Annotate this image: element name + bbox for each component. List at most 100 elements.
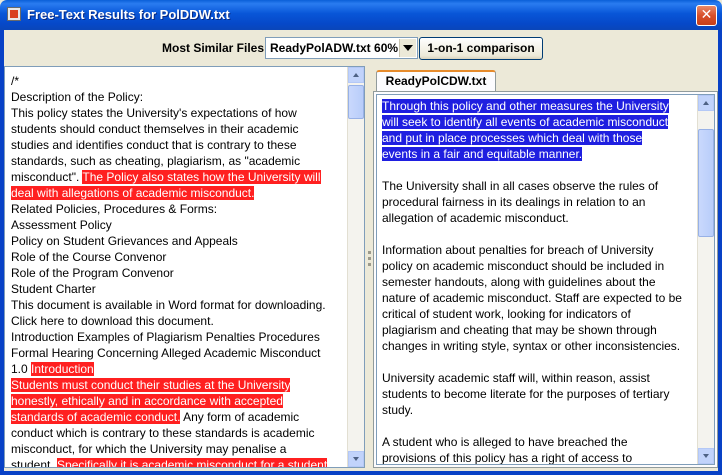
highlighted-match-text: and put in place processes which deal wi… — [382, 131, 643, 145]
text-line: and put in place processes which deal wi… — [382, 130, 700, 146]
text-line: /* — [11, 73, 345, 89]
chevron-down-icon[interactable] — [399, 39, 416, 57]
text-line: This document is available in Word forma… — [11, 297, 345, 313]
highlighted-match-text: honestly, ethically and in accordance wi… — [11, 394, 283, 408]
right-tab-panel: ReadyPolCDW.txt Through this policy and … — [373, 68, 718, 468]
text-line: misconduct". The Policy also states how … — [11, 169, 345, 185]
text-line: Role of the Program Convenor — [11, 265, 345, 281]
document-text: Role of the Course Convenor — [11, 250, 167, 264]
scroll-up-button[interactable] — [348, 67, 364, 83]
java-app-icon — [7, 7, 21, 21]
selected-file-value: ReadyPolADW.txt 60% — [270, 41, 399, 55]
text-line: deal with allegations of academic miscon… — [11, 185, 345, 201]
text-line: Role of the Course Convenor — [11, 249, 345, 265]
text-line: student. Specifically it is academic mis… — [11, 457, 345, 468]
title-bar[interactable]: Free-Text Results for PolDDW.txt ✕ — [0, 0, 722, 30]
document-text: misconduct, for which the University may… — [11, 442, 287, 456]
highlighted-match-text: standards of academic conduct. — [11, 410, 181, 424]
text-line: events in a fair and equitable manner. — [382, 146, 700, 162]
text-line: Related Policies, Procedures & Forms: — [11, 201, 345, 217]
window-title: Free-Text Results for PolDDW.txt — [27, 7, 230, 22]
text-line: The University shall in all cases observ… — [382, 178, 700, 194]
text-line: Student Charter — [11, 281, 345, 297]
document-text: Policy on Student Grievances and Appeals — [11, 234, 238, 248]
left-document-text[interactable]: /* Description of the Policy: This policy … — [11, 73, 345, 468]
one-on-one-comparison-button[interactable]: 1-on-1 comparison — [419, 37, 543, 60]
highlighted-match-text: Through this policy and other measures t… — [382, 99, 669, 113]
left-vertical-scrollbar[interactable] — [347, 67, 364, 467]
text-line: Through this policy and other measures t… — [382, 98, 700, 114]
document-text: critical of student work, looking for in… — [382, 307, 631, 321]
text-line: This policy states the University's expe… — [11, 105, 345, 121]
text-line: Introduction Examples of Plagiarism Pena… — [11, 329, 345, 345]
document-text: /* — [11, 74, 20, 88]
text-line — [382, 418, 700, 434]
close-button[interactable]: ✕ — [696, 5, 717, 26]
document-text: Related Policies, Procedures & Forms: — [11, 202, 218, 216]
document-text: student. — [11, 458, 58, 468]
text-line: Formal Hearing Concerning Alleged Academ… — [11, 345, 345, 361]
tab-readypolcdw[interactable]: ReadyPolCDW.txt — [376, 70, 496, 92]
highlighted-match-text: The Policy also states how the Universit… — [82, 170, 321, 184]
highlighted-match-text: events in a fair and equitable manner. — [382, 147, 583, 161]
text-line: semester handouts, along with guidelines… — [382, 274, 700, 290]
document-text: plagiarism and cheating that may be show… — [382, 323, 657, 337]
scroll-thumb[interactable] — [348, 85, 364, 119]
scroll-up-button[interactable] — [698, 95, 714, 111]
document-text: The University shall in all cases observ… — [382, 179, 659, 193]
highlighted-match-text: Students must conduct their studies at t… — [11, 378, 291, 392]
document-text: Information about penalties for breach o… — [382, 243, 654, 257]
text-line: Students must conduct their studies at t… — [11, 377, 345, 393]
document-text: provisions of this policy has a right of… — [382, 451, 633, 465]
divider-grip — [368, 257, 371, 260]
document-text: Formal Hearing Concerning Alleged Academ… — [11, 346, 321, 360]
text-line: students should conduct themselves in th… — [11, 121, 345, 137]
highlighted-match-text: deal with allegations of academic miscon… — [11, 186, 255, 200]
right-document-pane[interactable]: Through this policy and other measures t… — [376, 94, 715, 465]
document-text: standards, such as cheating, plagiarism,… — [11, 154, 301, 168]
text-line: 1.0 Introduction — [11, 361, 345, 377]
text-line: critical of student work, looking for in… — [382, 306, 700, 322]
right-vertical-scrollbar[interactable] — [697, 95, 714, 464]
document-text: procedural fairness in its dealings in r… — [382, 195, 646, 209]
highlighted-match-text: Introduction — [31, 362, 94, 376]
document-text: Student Charter — [11, 282, 96, 296]
document-text: Click here to download this document. — [11, 314, 214, 328]
document-text: policy on academic misconduct should be … — [382, 259, 665, 273]
tab-content: Through this policy and other measures t… — [373, 91, 718, 468]
document-text: students should conduct themselves in th… — [11, 122, 299, 136]
similar-file-dropdown[interactable]: ReadyPolADW.txt 60% — [265, 37, 418, 59]
document-text: This document is available in Word forma… — [11, 298, 326, 312]
right-document-text[interactable]: Through this policy and other measures t… — [382, 98, 700, 465]
text-line: changes in writing style, syntax or othe… — [382, 338, 700, 354]
document-text: semester handouts, along with guidelines… — [382, 275, 656, 289]
text-line: Information about penalties for breach o… — [382, 242, 700, 258]
scroll-thumb[interactable] — [698, 129, 714, 237]
document-text: studies and identifies conduct that is c… — [11, 138, 297, 152]
highlighted-match-text: will seek to identify all events of acad… — [382, 115, 669, 129]
document-text: Role of the Program Convenor — [11, 266, 174, 280]
document-text: students to become literate for the purp… — [382, 387, 670, 401]
scroll-down-button[interactable] — [348, 451, 364, 467]
document-text: nature of academic misconduct. Staff are… — [382, 291, 682, 305]
document-text: A student who is alleged to have breache… — [382, 435, 628, 449]
text-line: study. — [382, 402, 700, 418]
left-document-pane[interactable]: /* Description of the Policy: This policy … — [4, 66, 365, 468]
document-text: University academic staff will, within r… — [382, 371, 650, 385]
text-line: students to become literate for the purp… — [382, 386, 700, 402]
scroll-down-button[interactable] — [698, 448, 714, 464]
text-line: nature of academic misconduct. Staff are… — [382, 290, 700, 306]
text-line: misconduct, for which the University may… — [11, 441, 345, 457]
text-line: honestly, ethically and in accordance wi… — [11, 393, 345, 409]
text-line: Click here to download this document. — [11, 313, 345, 329]
text-line: studies and identifies conduct that is c… — [11, 137, 345, 153]
divider-grip — [368, 263, 371, 266]
text-line: University academic staff will, within r… — [382, 370, 700, 386]
text-line — [382, 354, 700, 370]
document-text: conduct which is contrary to these stand… — [11, 426, 315, 440]
text-line: procedural fairness in its dealings in r… — [382, 194, 700, 210]
divider-grip — [368, 251, 371, 254]
text-line: will seek to identify all events of acad… — [382, 114, 700, 130]
document-text: 1.0 — [11, 362, 32, 376]
document-text: This policy states the University's expe… — [11, 106, 297, 120]
